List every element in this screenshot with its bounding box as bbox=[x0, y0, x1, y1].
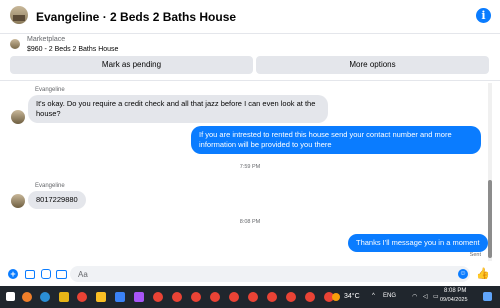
chrome-icon[interactable] bbox=[210, 292, 220, 302]
message-line: house? bbox=[36, 109, 61, 118]
notification-icon[interactable] bbox=[483, 292, 492, 301]
language-indicator[interactable]: ENG bbox=[383, 293, 396, 299]
message-composer: + Aa ☺ 👍 bbox=[0, 263, 500, 286]
chrome-icon[interactable] bbox=[172, 292, 182, 302]
windows-taskbar: 34°C ^ ENG ◠ ◁ ▭ 8:08 PM 09/04/2025 bbox=[0, 286, 500, 308]
app-icon[interactable] bbox=[115, 292, 125, 302]
battery-icon[interactable]: ▭ bbox=[433, 293, 439, 300]
divider bbox=[0, 80, 500, 81]
chrome-icon[interactable] bbox=[77, 292, 87, 302]
listing-thumbnail[interactable] bbox=[10, 39, 20, 49]
chrome-icon[interactable] bbox=[248, 292, 258, 302]
more-options-button[interactable]: More options bbox=[256, 56, 489, 74]
scrollbar-thumb[interactable] bbox=[488, 180, 492, 258]
volume-icon[interactable]: ◁ bbox=[423, 293, 428, 300]
message-line: information will be provided to you ther… bbox=[199, 140, 332, 149]
chrome-icon[interactable] bbox=[286, 292, 296, 302]
app-icon[interactable] bbox=[134, 292, 144, 302]
incoming-message: It's okay. Do you require a credit check… bbox=[28, 95, 328, 123]
outgoing-message: If you are intrested to rented this hous… bbox=[191, 126, 481, 154]
conversation-header: Evangeline · 2 Beds 2 Baths House i bbox=[0, 0, 500, 34]
wifi-icon[interactable]: ◠ bbox=[412, 293, 417, 300]
clock-date[interactable]: 09/04/2025 bbox=[440, 297, 468, 303]
chevron-up-icon[interactable]: ^ bbox=[372, 293, 375, 299]
message-status: Sent bbox=[469, 252, 481, 258]
sun-icon[interactable] bbox=[332, 293, 340, 301]
outgoing-message: Thanks I'll message you in a moment bbox=[348, 234, 488, 252]
app-icon[interactable] bbox=[96, 292, 106, 302]
mark-as-pending-button[interactable]: Mark as pending bbox=[10, 56, 253, 74]
sender-avatar[interactable] bbox=[11, 110, 25, 124]
emoji-icon[interactable]: ☺ bbox=[458, 269, 468, 279]
sender-name: Evangeline bbox=[35, 87, 65, 93]
chrome-icon[interactable] bbox=[153, 292, 163, 302]
message-input-placeholder: Aa bbox=[78, 270, 88, 279]
timestamp: 7:59 PM bbox=[239, 164, 261, 170]
sender-avatar[interactable] bbox=[11, 194, 25, 208]
conversation-title[interactable]: Evangeline · 2 Beds 2 Baths House bbox=[36, 10, 236, 24]
weather-widget-icon[interactable] bbox=[22, 292, 32, 302]
clock-time[interactable]: 8:08 PM bbox=[444, 288, 466, 294]
listing-title[interactable]: $960 - 2 Beds 2 Baths House bbox=[27, 46, 118, 53]
timestamp: 8:08 PM bbox=[239, 219, 261, 225]
message-line: It's okay. Do you require a credit check… bbox=[36, 99, 316, 108]
temperature[interactable]: 34°C bbox=[344, 293, 360, 300]
message-input[interactable] bbox=[70, 266, 470, 282]
marketplace-label: Marketplace bbox=[27, 36, 66, 43]
info-icon[interactable]: i bbox=[476, 8, 491, 23]
edge-icon[interactable] bbox=[40, 292, 50, 302]
image-icon[interactable] bbox=[25, 270, 35, 279]
message-line: If you are intrested to rented this hous… bbox=[199, 130, 452, 139]
incoming-message: 8017229880 bbox=[28, 191, 86, 209]
chrome-icon[interactable] bbox=[305, 292, 315, 302]
chrome-icon[interactable] bbox=[229, 292, 239, 302]
gif-icon[interactable] bbox=[56, 270, 67, 279]
chrome-icon[interactable] bbox=[267, 292, 277, 302]
windows-start-icon[interactable] bbox=[6, 292, 15, 301]
contact-avatar[interactable] bbox=[10, 6, 28, 24]
plus-icon[interactable]: + bbox=[8, 269, 18, 279]
thumbs-up-icon[interactable]: 👍 bbox=[476, 267, 490, 280]
file-explorer-icon[interactable] bbox=[59, 292, 69, 302]
sender-name: Evangeline bbox=[35, 183, 65, 189]
sticker-icon[interactable] bbox=[41, 269, 51, 279]
chrome-icon[interactable] bbox=[191, 292, 201, 302]
